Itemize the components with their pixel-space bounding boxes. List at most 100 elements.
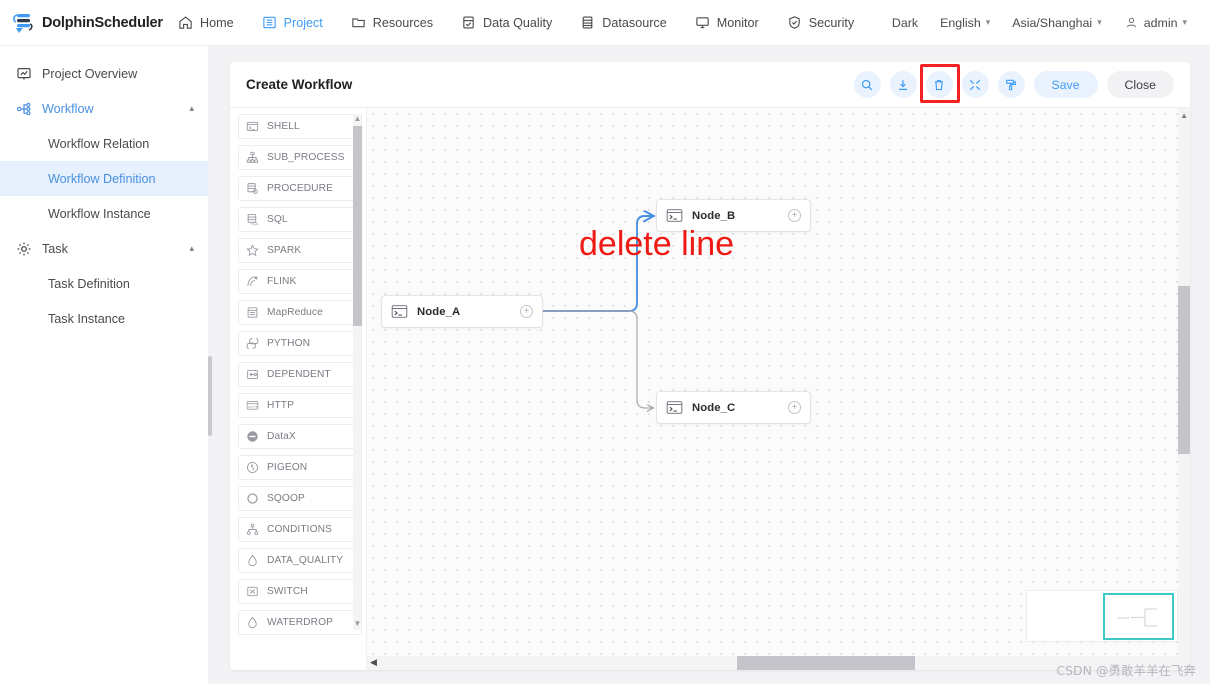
task-type-label: DEPENDENT	[267, 369, 331, 380]
app-root: DolphinScheduler Home Project	[0, 0, 1210, 684]
pigeon-icon	[246, 461, 259, 474]
task-type-mapreduce[interactable]: MapReduce	[238, 300, 362, 325]
nav-item-home-label: Home	[200, 16, 234, 30]
task-list-scrollbar[interactable]: ▲ ▼	[353, 114, 362, 630]
task-type-flink[interactable]: FLINK	[238, 269, 362, 294]
dolphin-logo-icon	[10, 10, 36, 36]
task-type-spark[interactable]: SPARK	[238, 238, 362, 263]
page-title: Create Workflow	[246, 77, 352, 92]
task-type-label: DataX	[267, 431, 296, 442]
scroll-down-icon[interactable]: ▼	[354, 619, 362, 629]
python-icon	[246, 337, 259, 350]
shell-icon	[246, 120, 259, 133]
brand-logo[interactable]: DolphinScheduler	[0, 10, 150, 36]
user-menu[interactable]: admin ▾	[1115, 9, 1196, 36]
close-button[interactable]: Close	[1107, 71, 1174, 98]
canvas-vertical-scrollbar[interactable]: ▲	[1178, 108, 1190, 656]
svg-text:SQL: SQL	[251, 221, 259, 226]
task-type-waterdrop[interactable]: WATERDROP	[238, 610, 362, 635]
task-type-sqoop[interactable]: SQOOP	[238, 486, 362, 511]
canvas-node-a[interactable]: Node_A +	[381, 295, 543, 328]
nav-item-datasource-label: Datasource	[602, 16, 666, 30]
canvas-edges	[367, 108, 1187, 656]
delete-icon	[932, 78, 946, 92]
task-type-conditions[interactable]: CONDITIONS	[238, 517, 362, 542]
save-button[interactable]: Save	[1034, 71, 1098, 98]
edge-node-a-to-node-c[interactable]	[543, 311, 653, 408]
scroll-left-icon[interactable]: ◀	[370, 657, 377, 668]
http-icon: HTTP	[246, 399, 259, 412]
task-type-procedure[interactable]: PROCEDURE	[238, 176, 362, 201]
nav-item-monitor-label: Monitor	[717, 16, 759, 30]
user-icon	[1124, 15, 1139, 30]
add-downstream-icon[interactable]: +	[788, 401, 801, 414]
task-type-switch[interactable]: SWITCH	[238, 579, 362, 604]
task-type-sub-process[interactable]: SUB_PROCESS	[238, 145, 362, 170]
format-icon	[1004, 78, 1018, 92]
canvas-minimap[interactable]	[1026, 590, 1178, 642]
nav-item-datasource[interactable]: Datasource	[566, 9, 680, 36]
scroll-up-icon[interactable]: ▲	[1180, 111, 1188, 120]
task-type-python[interactable]: PYTHON	[238, 331, 362, 356]
sidebar-item-workflow[interactable]: Workflow ▴	[0, 91, 208, 126]
procedure-icon	[246, 182, 259, 195]
nav-item-home[interactable]: Home	[164, 9, 248, 36]
nav-item-resources[interactable]: Resources	[337, 9, 447, 36]
data-quality-icon	[461, 15, 476, 30]
nav-item-project[interactable]: Project	[248, 9, 337, 36]
sidebar-item-workflow-instance[interactable]: Workflow Instance	[0, 196, 208, 231]
language-selector[interactable]: English ▾	[931, 10, 999, 36]
datax-icon	[246, 430, 259, 443]
theme-toggle[interactable]: Dark	[883, 10, 927, 36]
delete-button[interactable]	[926, 71, 953, 98]
minimap-viewport[interactable]	[1103, 593, 1174, 640]
add-downstream-icon[interactable]: +	[788, 209, 801, 222]
search-button[interactable]	[854, 71, 881, 98]
task-type-label: SWITCH	[267, 586, 308, 597]
scroll-up-icon[interactable]: ▲	[354, 114, 362, 124]
chevron-down-icon: ▾	[1097, 17, 1102, 28]
nav-item-data-quality-label: Data Quality	[483, 16, 552, 30]
close-button-label: Close	[1125, 78, 1156, 92]
task-type-http[interactable]: HTTP HTTP	[238, 393, 362, 418]
timezone-selector[interactable]: Asia/Shanghai ▾	[1003, 10, 1110, 36]
task-type-pigeon[interactable]: PIGEON	[238, 455, 362, 480]
sidebar-item-workflow-instance-label: Workflow Instance	[48, 207, 151, 221]
sidebar-item-workflow-definition[interactable]: Workflow Definition	[0, 161, 208, 196]
download-button[interactable]	[890, 71, 917, 98]
workflow-canvas[interactable]: Node_A + Node_B +	[366, 108, 1190, 670]
task-type-label: SPARK	[267, 245, 301, 256]
sidebar-item-project-overview[interactable]: Project Overview	[0, 56, 208, 91]
task-type-sql[interactable]: SQL SQL	[238, 207, 362, 232]
sidebar-item-workflow-relation[interactable]: Workflow Relation	[0, 126, 208, 161]
format-button[interactable]	[998, 71, 1025, 98]
editor-body: SHELL SUB_PROCESS	[230, 108, 1190, 670]
canvas-vertical-scroll-thumb[interactable]	[1178, 286, 1190, 454]
sidebar-item-task-instance[interactable]: Task Instance	[0, 301, 208, 336]
language-label: English	[940, 16, 981, 30]
task-type-shell[interactable]: SHELL	[238, 114, 362, 139]
timezone-label: Asia/Shanghai	[1012, 16, 1092, 30]
nav-item-security[interactable]: Security	[773, 9, 869, 36]
chevron-up-icon[interactable]: ▴	[189, 243, 194, 254]
nav-item-monitor[interactable]: Monitor	[681, 9, 773, 36]
download-icon	[896, 78, 910, 92]
task-type-datax[interactable]: DataX	[238, 424, 362, 449]
sidebar-item-task-definition[interactable]: Task Definition	[0, 266, 208, 301]
sidebar-item-task[interactable]: Task ▴	[0, 231, 208, 266]
task-type-dependent[interactable]: DEPENDENT	[238, 362, 362, 387]
fullscreen-button[interactable]	[962, 71, 989, 98]
workflow-icon	[16, 101, 32, 117]
chevron-down-icon: ▾	[1182, 17, 1187, 28]
chevron-up-icon[interactable]: ▴	[189, 103, 194, 114]
add-downstream-icon[interactable]: +	[520, 305, 533, 318]
chevron-down-icon: ▾	[986, 17, 991, 28]
nav-item-data-quality[interactable]: Data Quality	[447, 9, 566, 36]
canvas-horizontal-scroll-thumb[interactable]	[737, 656, 915, 670]
editor-header: Create Workflow	[230, 62, 1190, 108]
task-list-scroll-thumb[interactable]	[353, 126, 362, 326]
task-type-label: DATA_QUALITY	[267, 555, 343, 566]
canvas-node-c[interactable]: Node_C +	[656, 391, 811, 424]
project-icon	[262, 15, 277, 30]
task-type-data-quality[interactable]: DATA_QUALITY	[238, 548, 362, 573]
